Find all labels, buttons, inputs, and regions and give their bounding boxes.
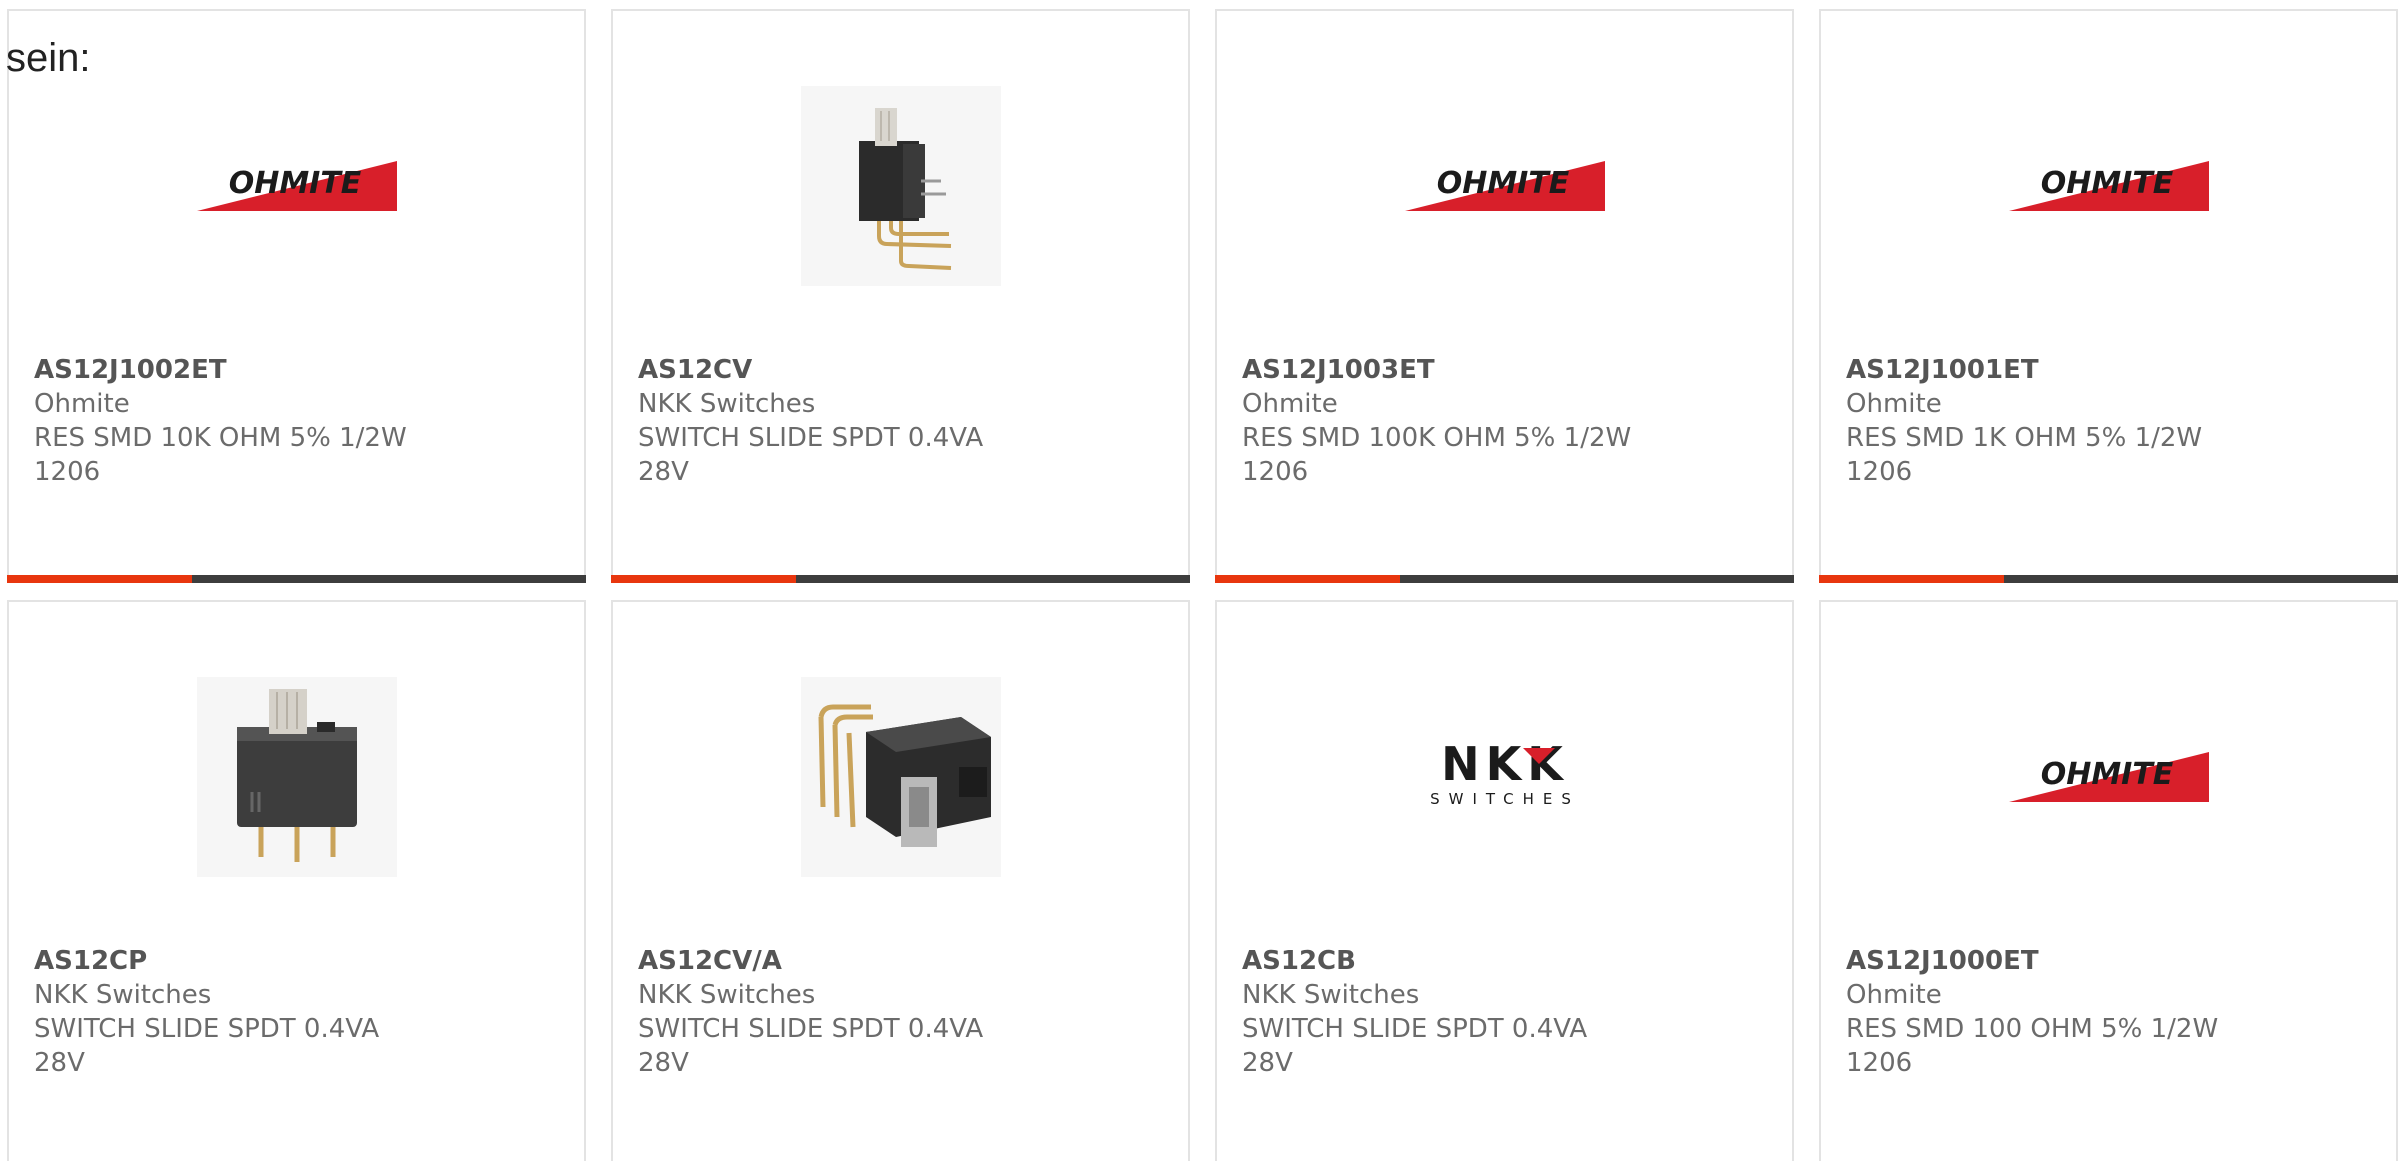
product-image: OHMITE <box>9 76 584 296</box>
product-image <box>613 667 1188 887</box>
description: SWITCH SLIDE SPDT 0.4VA 28V <box>1242 1014 1588 1078</box>
slide-switch-right-angle-photo-icon <box>800 677 1001 877</box>
part-number[interactable]: AS12CB <box>1242 944 1632 978</box>
slide-switch-pcb-photo-icon <box>196 677 397 877</box>
description: SWITCH SLIDE SPDT 0.4VA 28V <box>34 1014 380 1078</box>
manufacturer: NKK Switches <box>34 980 212 1010</box>
manufacturer: NKK Switches <box>638 980 816 1010</box>
product-info: AS12CB NKK Switches SWITCH SLIDE SPDT 0.… <box>1242 944 1632 1080</box>
part-number[interactable]: AS12CV <box>638 353 1028 387</box>
progress-fill <box>7 575 193 583</box>
manufacturer: Ohmite <box>1242 389 1338 419</box>
product-image: OHMITE <box>1217 76 1792 296</box>
part-number[interactable]: AS12J1002ET <box>34 353 424 387</box>
svg-text:OHMITE: OHMITE <box>2040 166 2173 201</box>
description: RES SMD 100K OHM 5% 1/2W 1206 <box>1242 423 1632 487</box>
ohmite-logo-icon: OHMITE <box>2008 752 2209 802</box>
product-card[interactable]: OHMITE AS12J1003ET Ohmite RES SMD 100K O… <box>1215 9 1794 583</box>
progress-bar <box>611 575 1190 583</box>
product-info: AS12J1001ET Ohmite RES SMD 1K OHM 5% 1/2… <box>1846 353 2236 489</box>
nkk-switches-logo-icon: NKK SWITCHES <box>1430 742 1580 808</box>
product-card[interactable]: AS12CV NKK Switches SWITCH SLIDE SPDT 0.… <box>611 9 1190 583</box>
product-card[interactable]: OHMITE AS12J1002ET Ohmite RES SMD 10K OH… <box>7 9 586 583</box>
svg-text:OHMITE: OHMITE <box>228 166 361 201</box>
product-card[interactable]: AS12CV/A NKK Switches SWITCH SLIDE SPDT … <box>611 600 1190 1161</box>
part-number[interactable]: AS12J1000ET <box>1846 944 2236 978</box>
product-info: AS12J1000ET Ohmite RES SMD 100 OHM 5% 1/… <box>1846 944 2236 1080</box>
description: RES SMD 10K OHM 5% 1/2W 1206 <box>34 423 407 487</box>
product-results-page: sein: OHMITE AS12J1002ET Ohmite RES SMD … <box>0 0 2400 1161</box>
part-number[interactable]: AS12J1001ET <box>1846 353 2236 387</box>
product-card[interactable]: NKK SWITCHES AS12CB NKK Switches SWITCH … <box>1215 600 1794 1161</box>
product-image: OHMITE <box>1821 667 2396 887</box>
ohmite-logo-icon: OHMITE <box>1404 161 1605 211</box>
svg-text:SWITCHES: SWITCHES <box>1430 790 1580 808</box>
description: SWITCH SLIDE SPDT 0.4VA 28V <box>638 423 984 487</box>
product-info: AS12CV NKK Switches SWITCH SLIDE SPDT 0.… <box>638 353 1028 489</box>
product-card[interactable]: AS12CP NKK Switches SWITCH SLIDE SPDT 0.… <box>7 600 586 1161</box>
manufacturer: Ohmite <box>34 389 130 419</box>
description: RES SMD 1K OHM 5% 1/2W 1206 <box>1846 423 2203 487</box>
product-card[interactable]: OHMITE AS12J1000ET Ohmite RES SMD 100 OH… <box>1819 600 2398 1161</box>
product-grid: OHMITE AS12J1002ET Ohmite RES SMD 10K OH… <box>7 9 2398 1161</box>
manufacturer: Ohmite <box>1846 980 1942 1010</box>
product-image <box>613 76 1188 296</box>
product-info: AS12J1002ET Ohmite RES SMD 10K OHM 5% 1/… <box>34 353 424 489</box>
part-number[interactable]: AS12CV/A <box>638 944 1028 978</box>
manufacturer: NKK Switches <box>638 389 816 419</box>
manufacturer: NKK Switches <box>1242 980 1420 1010</box>
product-info: AS12J1003ET Ohmite RES SMD 100K OHM 5% 1… <box>1242 353 1632 489</box>
description: SWITCH SLIDE SPDT 0.4VA 28V <box>638 1014 984 1078</box>
progress-bar <box>1819 575 2398 583</box>
svg-text:OHMITE: OHMITE <box>2040 757 2173 792</box>
product-image: OHMITE <box>1821 76 2396 296</box>
ohmite-logo-icon: OHMITE <box>2008 161 2209 211</box>
progress-fill <box>1215 575 1401 583</box>
product-info: AS12CV/A NKK Switches SWITCH SLIDE SPDT … <box>638 944 1028 1080</box>
product-info: AS12CP NKK Switches SWITCH SLIDE SPDT 0.… <box>34 944 424 1080</box>
svg-text:OHMITE: OHMITE <box>1436 166 1569 201</box>
manufacturer: Ohmite <box>1846 389 1942 419</box>
ohmite-logo-icon: OHMITE <box>196 161 397 211</box>
part-number[interactable]: AS12CP <box>34 944 424 978</box>
slide-switch-vertical-photo-icon <box>800 86 1001 286</box>
progress-fill <box>611 575 797 583</box>
progress-bar <box>1215 575 1794 583</box>
product-image: NKK SWITCHES <box>1217 667 1792 887</box>
product-image <box>9 667 584 887</box>
description: RES SMD 100 OHM 5% 1/2W 1206 <box>1846 1014 2219 1078</box>
product-card[interactable]: OHMITE AS12J1001ET Ohmite RES SMD 1K OHM… <box>1819 9 2398 583</box>
progress-bar <box>7 575 586 583</box>
intro-text: sein: <box>6 36 91 80</box>
part-number[interactable]: AS12J1003ET <box>1242 353 1632 387</box>
progress-fill <box>1819 575 2005 583</box>
